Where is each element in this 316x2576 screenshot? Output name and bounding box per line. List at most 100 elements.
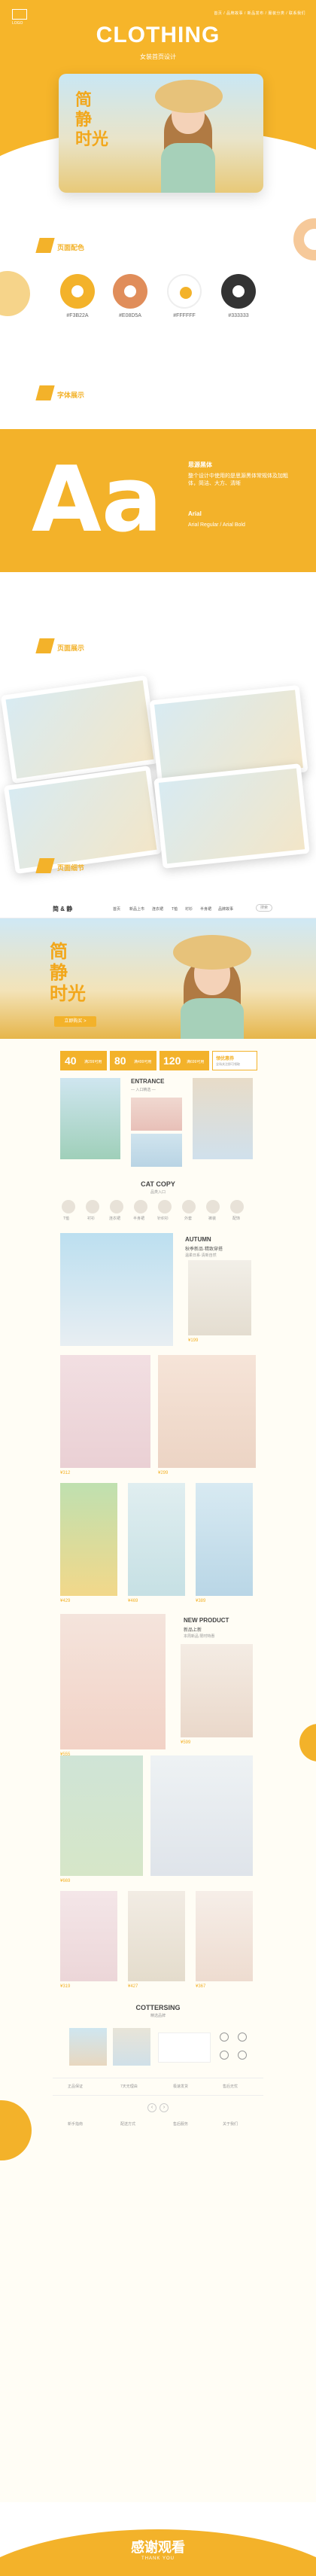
- banner-model-dress: [181, 998, 244, 1039]
- cat-label-8: 配饰: [232, 1216, 241, 1221]
- page-next-button[interactable]: ›: [160, 2103, 169, 2112]
- service-link-1[interactable]: 新手指南: [68, 2121, 83, 2127]
- price-12-value: 367: [198, 1984, 206, 1989]
- coupon-120-num: 120: [163, 1055, 181, 1067]
- web-nav-skirt[interactable]: 半身裙: [200, 906, 211, 912]
- autumn-photo-main[interactable]: [60, 1233, 173, 1346]
- cat-icon-3[interactable]: [110, 1200, 123, 1213]
- font-en-desc: Arial Regular / Arial Bold: [188, 522, 245, 528]
- service-link-2[interactable]: 配送方式: [120, 2121, 135, 2127]
- product-photo-1[interactable]: [60, 1355, 150, 1468]
- banner-buy-button[interactable]: 立即购买 >: [54, 1016, 96, 1027]
- service-link-4[interactable]: 关于我们: [223, 2121, 238, 2127]
- cat-label-1: T恤: [63, 1216, 70, 1221]
- brand-photo-2[interactable]: [113, 2028, 150, 2066]
- product-photo-3[interactable]: [60, 1483, 117, 1596]
- product-photo-2[interactable]: [158, 1355, 256, 1468]
- page-prev-button[interactable]: ‹: [147, 2103, 156, 2112]
- cat-icon-6[interactable]: [182, 1200, 196, 1213]
- swatch-dark-inner: [232, 285, 245, 297]
- new-product-photo-side[interactable]: [181, 1644, 253, 1737]
- ending-title: 感谢观看: [131, 2540, 185, 2555]
- price-11-value: 427: [130, 1984, 138, 1989]
- preview-section-icon: [35, 638, 55, 653]
- price-12: ¥367: [196, 1984, 205, 1989]
- new-product-photo-main[interactable]: [60, 1614, 166, 1749]
- cat-icon-4[interactable]: [134, 1200, 147, 1213]
- entrance-photo-4[interactable]: [193, 1078, 253, 1159]
- price-1-value: 312: [62, 1471, 71, 1475]
- service-icon-1[interactable]: [220, 2032, 229, 2042]
- cat-label-6: 外套: [184, 1216, 193, 1221]
- service-icon-2[interactable]: [238, 2032, 247, 2042]
- price-8: ¥669: [60, 1879, 70, 1883]
- cat-label-2: 衬衫: [87, 1216, 96, 1221]
- autumn-photo-side[interactable]: [188, 1260, 251, 1335]
- cat-label-7: 裤装: [208, 1216, 217, 1221]
- swatch-white: [167, 274, 202, 309]
- font-en-name: Arial: [188, 510, 202, 517]
- deco-circle-right: [293, 218, 316, 260]
- price-8-value: 669: [62, 1879, 71, 1883]
- cat-icon-1[interactable]: [62, 1200, 75, 1213]
- coupon-claim[interactable]: 领优惠券 全场关注即可领取: [212, 1051, 257, 1070]
- entrance-photo-3[interactable]: [131, 1134, 182, 1167]
- cat-icon-5[interactable]: [158, 1200, 172, 1213]
- web-nav-story[interactable]: 品牌故事: [218, 906, 233, 912]
- service-link-3[interactable]: 售后服务: [173, 2121, 188, 2127]
- guarantee-1: 正品保证: [68, 2084, 84, 2089]
- cat-icon-2[interactable]: [86, 1200, 99, 1213]
- cat-icon-7[interactable]: [206, 1200, 220, 1213]
- product-photo-11[interactable]: [128, 1891, 185, 1981]
- calli-char-1: 简: [75, 90, 93, 110]
- web-search-button[interactable]: 搜索: [256, 904, 272, 912]
- banner-model-hat: [173, 935, 251, 970]
- hero-card: 简 静 时光: [59, 74, 263, 193]
- calli-char-3: 时光: [75, 129, 109, 149]
- preview-screen-3: [8, 770, 157, 869]
- cat-label-3: 连衣裙: [109, 1216, 121, 1221]
- web-logo[interactable]: 简 & 静: [53, 905, 72, 913]
- price-10: ¥319: [60, 1984, 70, 1989]
- detail-section-icon: [35, 858, 55, 873]
- price-2: ¥299: [158, 1471, 168, 1475]
- portfolio-page: LOGO 首页 / 品牌故事 / 新品发布 / 服装分类 / 联系我们 CLOT…: [0, 0, 316, 2576]
- web-header: 简 & 静 首页 新品上市 连衣裙 T恤 衬衫 半身裙 品牌故事 搜索: [0, 899, 316, 918]
- logo[interactable]: [12, 9, 27, 20]
- guarantee-4: 售后无忧: [223, 2084, 239, 2089]
- swatch-yellow-inner: [71, 285, 84, 297]
- web-nav-dress[interactable]: 连衣裙: [152, 906, 163, 912]
- cat-icon-8[interactable]: [230, 1200, 244, 1213]
- model-hat: [155, 80, 223, 113]
- price-11: ¥427: [128, 1984, 138, 1989]
- product-photo-12[interactable]: [196, 1891, 253, 1981]
- service-icon-3[interactable]: [220, 2051, 229, 2060]
- price-1: ¥312: [60, 1471, 70, 1475]
- cat-label-5: 针织衫: [157, 1216, 169, 1221]
- entrance-photo-2[interactable]: [131, 1098, 182, 1131]
- entrance-photo-1[interactable]: [60, 1078, 120, 1159]
- product-photo-9[interactable]: [150, 1755, 253, 1876]
- banner-calligraphy: 简 静 时光: [50, 941, 86, 1004]
- service-icon-4[interactable]: [238, 2051, 247, 2060]
- web-nav-new[interactable]: 新品上市: [129, 906, 144, 912]
- brand-photo-1[interactable]: [69, 2028, 107, 2066]
- coupon-80[interactable]: 80 满499可用: [110, 1051, 156, 1070]
- web-nav-tshirt[interactable]: T恤: [172, 906, 178, 912]
- coupon-120[interactable]: 120 满699可用: [160, 1051, 209, 1070]
- product-photo-10[interactable]: [60, 1891, 117, 1981]
- color-section-label: 页面配色: [57, 244, 85, 251]
- coupon-40[interactable]: 40 满299可用: [60, 1051, 107, 1070]
- product-photo-8[interactable]: [60, 1755, 143, 1876]
- swatch-hex-4: #333333: [228, 313, 249, 318]
- deco-circle-left: [0, 271, 30, 316]
- preview-screen-1: [5, 680, 154, 779]
- banner-calli-2: 静: [50, 961, 68, 983]
- product-photo-4[interactable]: [128, 1483, 185, 1596]
- swatch-white-inner: [180, 287, 192, 299]
- model-dress: [161, 143, 215, 193]
- product-photo-5[interactable]: [196, 1483, 253, 1596]
- web-nav-home[interactable]: 首页: [113, 906, 120, 912]
- web-nav-shirt[interactable]: 衬衫: [185, 906, 193, 912]
- top-nav[interactable]: 首页 / 品牌故事 / 新品发布 / 服装分类 / 联系我们: [214, 11, 305, 16]
